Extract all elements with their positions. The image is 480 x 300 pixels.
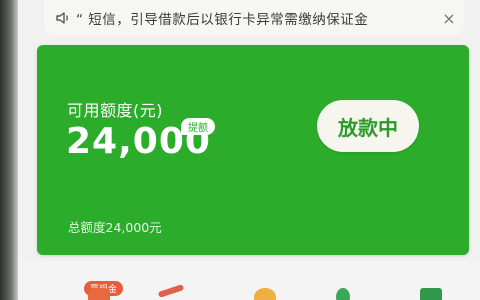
cash-menu-icon[interactable]: [88, 288, 110, 300]
raise-limit-tag[interactable]: 提额: [181, 118, 215, 135]
location-menu-icon[interactable]: [336, 288, 350, 300]
notice-banner[interactable]: “ 短信，引导借款后以银行卡异常需缴纳保证金 ×: [44, 0, 464, 36]
speaker-icon: [56, 12, 68, 24]
loan-status-button[interactable]: 放款中: [317, 100, 419, 152]
phone-bezel: [0, 0, 18, 300]
available-credit-label: 可用额度(元): [67, 101, 163, 120]
app-screen: “ 短信，引导借款后以银行卡异常需缴纳保证金 × 可用额度(元) 24,000 …: [0, 0, 480, 300]
coin-menu-icon[interactable]: [254, 288, 276, 300]
total-credit-label: 总额度24,000元: [68, 220, 162, 235]
bottom-menu-strip: 赢现金: [18, 262, 480, 300]
close-icon[interactable]: ×: [438, 9, 460, 28]
credit-card-panel: 可用额度(元) 24,000 提额 放款中 总额度24,000元: [37, 45, 469, 255]
wallet-menu-icon[interactable]: [420, 288, 442, 300]
red-ribbon-icon[interactable]: [157, 284, 185, 298]
notice-text: “ 短信，引导借款后以银行卡异常需缴纳保证金: [76, 12, 369, 28]
